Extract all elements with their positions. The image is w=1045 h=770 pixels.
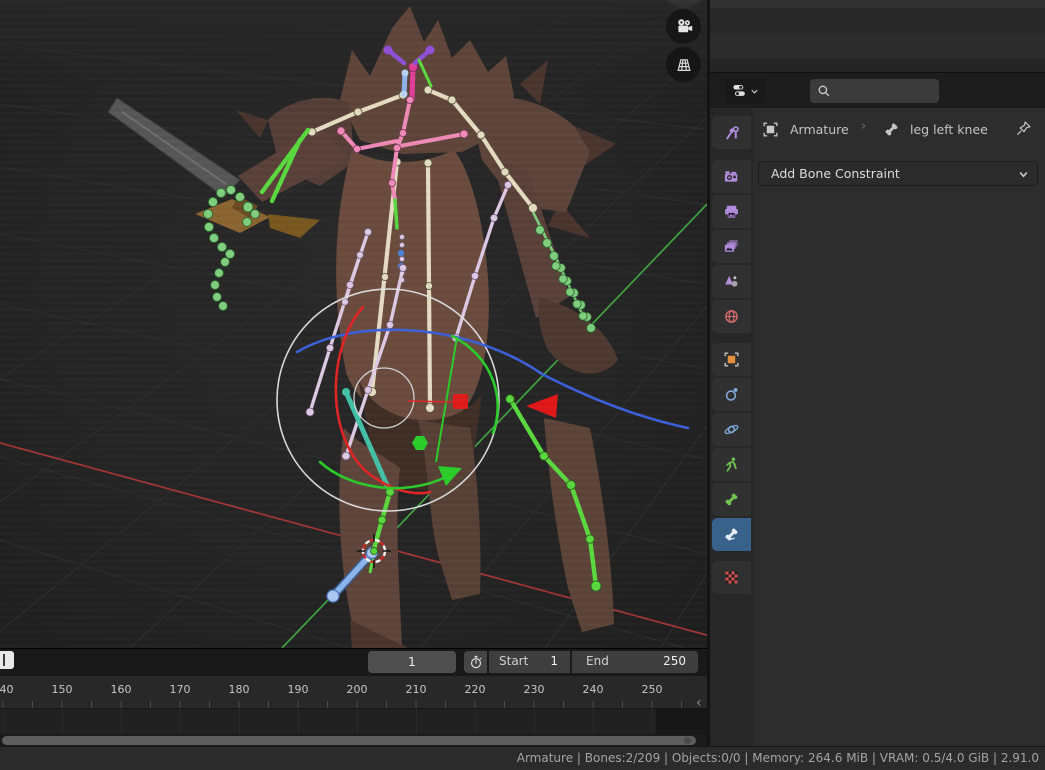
shoulder-spike-left	[236, 110, 268, 138]
start-value: 1	[550, 654, 558, 668]
tab-object-constraints[interactable]	[712, 378, 751, 411]
orthographic-grid-button[interactable]	[666, 47, 701, 82]
output-icon	[725, 205, 738, 218]
after-end-frame-shade	[656, 708, 707, 734]
blender-window: Armature › leg left knee Add Bone Constr…	[0, 0, 1045, 770]
tab-tool[interactable]	[712, 116, 751, 149]
tab-texture[interactable]	[712, 561, 751, 594]
status-text: Armature | Bones:2/209 | Objects:0/0 | M…	[516, 751, 1039, 765]
current-frame-field[interactable]: 1	[368, 651, 456, 673]
scene-icon	[725, 275, 738, 287]
physics-icon	[724, 424, 739, 435]
start-label: Start	[499, 654, 529, 668]
properties-editor-icon	[733, 85, 745, 96]
end-label: End	[586, 654, 609, 668]
frame-end-field[interactable]: End 250	[572, 651, 698, 673]
render-icon	[724, 171, 738, 182]
ruler-tick-label: 160	[110, 683, 132, 696]
constraints-icon	[725, 387, 738, 401]
tab-view-layer[interactable]	[712, 230, 751, 263]
tab-output[interactable]	[712, 195, 751, 228]
magnifier-icon	[818, 85, 830, 97]
ruler-tick-label: 190	[287, 683, 309, 696]
status-bar: Armature | Bones:2/209 | Objects:0/0 | M…	[0, 746, 1045, 770]
ruler-tick-label: 230	[523, 683, 545, 696]
tab-bone-constraint[interactable]	[712, 518, 751, 551]
tab-object[interactable]	[712, 343, 751, 376]
breadcrumb-bone-label[interactable]: leg left knee	[910, 122, 988, 137]
breadcrumb-separator: ›	[861, 119, 867, 134]
object-icon	[724, 352, 739, 367]
grid-floor-icon	[676, 58, 691, 71]
view-layer-icon	[724, 240, 738, 252]
camera-view-button[interactable]	[666, 9, 701, 44]
leg-mid	[418, 420, 481, 600]
ruler-tick-label: 210	[405, 683, 427, 696]
sword-guard-wing	[268, 214, 320, 238]
ruler-tick-label: 140	[0, 683, 14, 696]
outliner-row	[710, 59, 1045, 72]
timeline-ruler[interactable]: 140 150 160 170 180 190 200 210 220 230 …	[0, 676, 707, 708]
outliner-row	[710, 8, 1045, 33]
ruler-minor-ticks	[0, 701, 707, 708]
frame-start-field[interactable]: Start 1	[489, 651, 571, 673]
outliner-row	[710, 33, 1045, 59]
search-box[interactable]	[810, 79, 939, 103]
bone-constraint-icon	[725, 528, 738, 541]
ruler-tick-label: 170	[169, 683, 191, 696]
timeline-horizontal-scrollbar[interactable]	[2, 736, 696, 745]
pin-icon	[1016, 121, 1031, 136]
ruler-tick-label: 240	[582, 683, 604, 696]
ruler-tick-label: 200	[346, 683, 368, 696]
tab-world[interactable]	[712, 300, 751, 333]
clipped-header-button[interactable]	[0, 651, 14, 669]
tab-physics[interactable]	[712, 413, 751, 446]
3d-viewport[interactable]	[0, 0, 1045, 761]
movie-camera-icon	[677, 18, 692, 32]
chevron-down-icon	[751, 89, 758, 94]
timeline-track[interactable]	[0, 708, 707, 734]
breadcrumb-bone-icon-wrap	[883, 121, 900, 142]
world-icon	[725, 310, 738, 323]
search-input[interactable]	[832, 83, 931, 99]
tab-scene[interactable]	[712, 265, 751, 298]
end-value: 250	[663, 654, 686, 668]
scrollbar-end-dot	[684, 737, 691, 744]
properties-content	[753, 108, 1045, 746]
breadcrumb-object-label[interactable]: Armature	[790, 122, 849, 137]
chevron-down-icon	[1019, 171, 1028, 178]
bone-icon	[725, 493, 738, 506]
leg-right	[544, 418, 614, 632]
bone-icon	[885, 123, 898, 136]
add-bone-constraint-dropdown[interactable]: Add Bone Constraint	[758, 161, 1038, 186]
tab-render[interactable]	[712, 160, 751, 193]
pin-button[interactable]	[1014, 119, 1033, 142]
outliner-bottom-area	[710, 0, 1045, 72]
outliner-row	[710, 0, 1045, 8]
ruler-tick-label: 220	[464, 683, 486, 696]
auto-keying-button[interactable]	[464, 651, 488, 673]
add-bone-constraint-label: Add Bone Constraint	[771, 166, 900, 181]
gizmo-x-handle[interactable]	[453, 394, 468, 409]
gizmo-x-arrow[interactable]	[526, 394, 558, 418]
sword-blade-edge	[121, 111, 227, 185]
ruler-tick-label: 150	[51, 683, 73, 696]
ruler-tick-label: 180	[228, 683, 250, 696]
texture-icon	[725, 571, 738, 584]
breadcrumb-object-icon-wrap	[762, 121, 779, 142]
region-collapse-chevron-icon[interactable]: ‹	[696, 695, 702, 711]
editor-type-button[interactable]	[725, 79, 765, 103]
viewport-scene	[0, 0, 1045, 761]
clipped-button-glyph	[3, 654, 5, 666]
object-data-armature-icon	[726, 457, 737, 472]
ruler-tick-label: 250	[641, 683, 663, 696]
tool-icon	[726, 126, 739, 140]
tab-bone[interactable]	[712, 483, 751, 516]
tab-object-data-armature[interactable]	[712, 448, 751, 481]
stopwatch-icon	[470, 655, 481, 669]
object-icon	[763, 122, 778, 137]
